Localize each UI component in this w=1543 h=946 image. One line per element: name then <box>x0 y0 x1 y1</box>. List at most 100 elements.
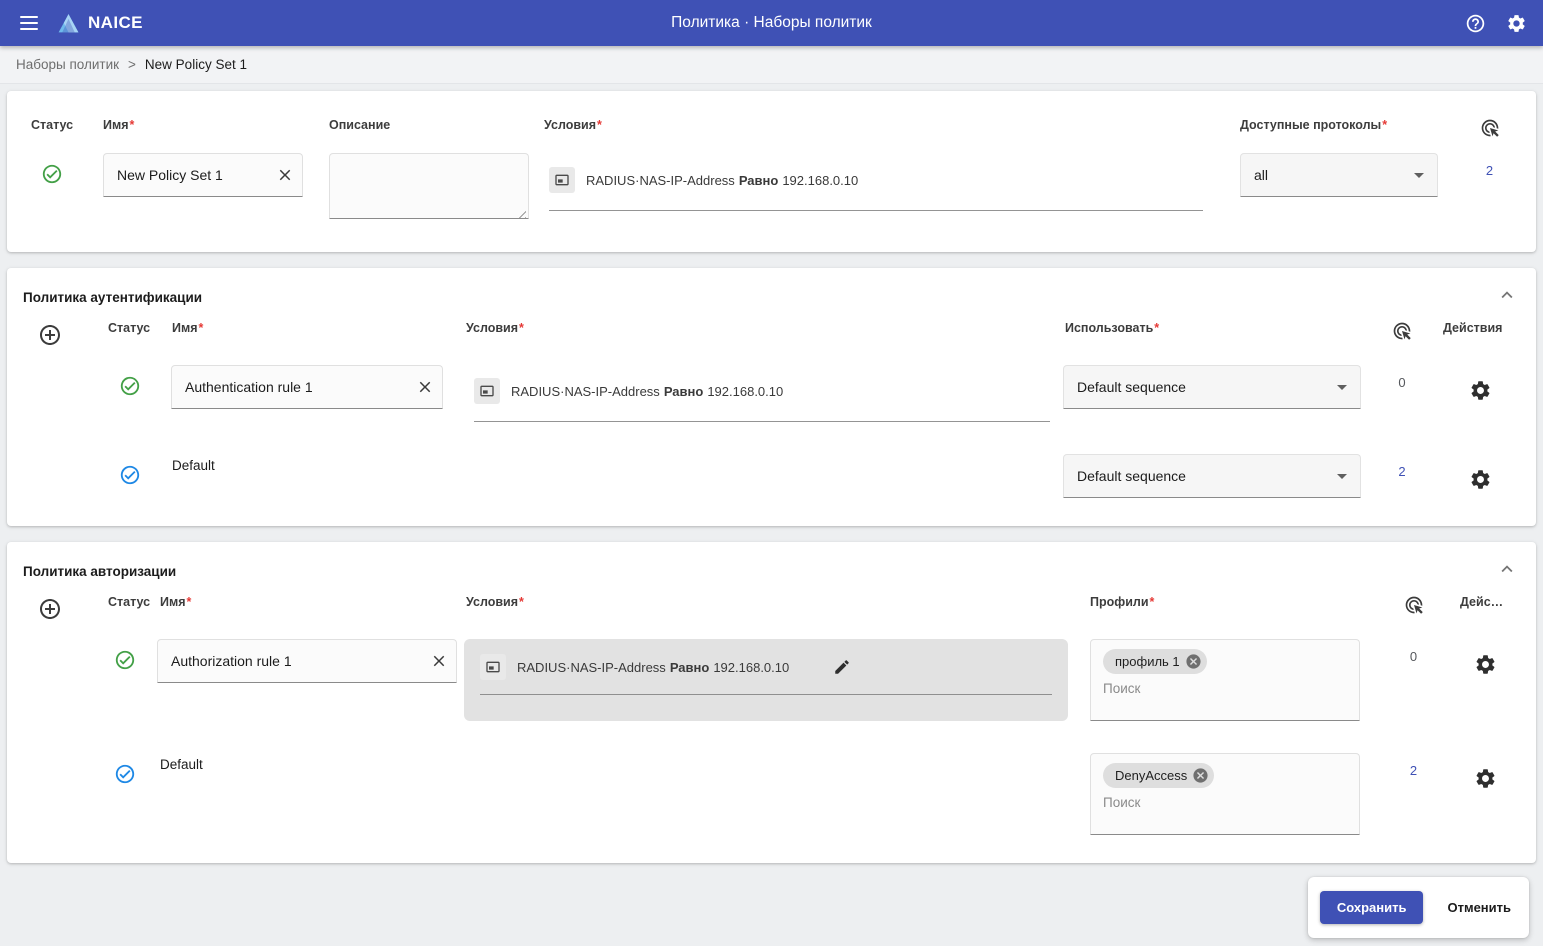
settings-icon[interactable] <box>1506 13 1527 34</box>
condition-text: RADIUS·NAS-IP-AddressРавно192.168.0.10 <box>517 660 793 675</box>
profile-search-input[interactable] <box>1103 681 1347 696</box>
edit-condition-icon[interactable] <box>830 655 854 679</box>
column-name: Имя* <box>157 595 462 609</box>
authentication-rule-name-field <box>171 365 443 409</box>
clear-name-icon[interactable] <box>422 646 456 676</box>
condition-icon <box>480 654 506 680</box>
add-rule-icon[interactable] <box>36 321 64 349</box>
profile-chip[interactable]: DenyAccess <box>1103 763 1214 788</box>
chevron-down-icon <box>1330 464 1354 488</box>
column-conditions: Условия* <box>462 595 1082 609</box>
authorization-policy-title: Политика авторизации <box>7 542 1536 579</box>
remove-profile-icon[interactable] <box>1192 767 1209 784</box>
remove-profile-icon[interactable] <box>1185 653 1202 670</box>
authorization-rule-name-field <box>157 639 457 683</box>
policy-set-header-row: Статус Имя* Описание Условия* Доступные … <box>7 91 1536 138</box>
brand-name: NAICE <box>88 13 143 33</box>
column-use: Использовать* <box>1057 321 1379 335</box>
use-sequence-select[interactable]: Default sequence <box>1063 365 1361 409</box>
collapse-icon[interactable] <box>1492 280 1522 310</box>
profiles-field[interactable]: DenyAccess <box>1090 753 1360 835</box>
collapse-icon[interactable] <box>1492 554 1522 584</box>
status-ok-icon[interactable] <box>39 161 65 187</box>
authorization-default-row: Default DenyAccess 2 <box>7 727 1536 863</box>
policy-set-name-input[interactable] <box>104 167 268 183</box>
menu-icon[interactable] <box>16 12 42 34</box>
condition-text: RADIUS·NAS-IP-AddressРавно192.168.0.10 <box>586 173 862 188</box>
authorization-rule-condition-box[interactable]: RADIUS·NAS-IP-AddressРавно192.168.0.10 <box>464 639 1068 721</box>
condition-icon <box>549 167 575 193</box>
profiles-field[interactable]: профиль 1 <box>1090 639 1360 721</box>
status-default-icon[interactable] <box>117 462 143 488</box>
column-actions: Действия <box>1435 595 1505 609</box>
footer-actions: Сохранить Отменить <box>1308 877 1529 938</box>
row-settings-icon[interactable] <box>1465 464 1496 495</box>
hit-counter-icon <box>1443 118 1536 138</box>
column-status: Статус <box>93 595 157 609</box>
column-conditions: Условия* <box>540 118 1210 132</box>
policy-set-description-field <box>329 153 529 224</box>
authorization-policy-card: Политика авторизации Статус Имя* Условия… <box>7 542 1536 863</box>
naice-logo <box>56 11 81 36</box>
column-conditions: Условия* <box>462 321 1057 335</box>
authentication-policy-card: Политика аутентификации Статус Имя* Усло… <box>7 268 1536 526</box>
authentication-policy-title: Политика аутентификации <box>7 268 1536 305</box>
column-name: Имя* <box>96 118 322 132</box>
brand: NAICE <box>56 11 143 36</box>
app-bar: NAICE Политика · Наборы политик <box>0 0 1543 46</box>
condition-icon <box>474 378 500 404</box>
status-ok-icon[interactable] <box>117 373 143 399</box>
column-status: Статус <box>7 118 96 132</box>
hit-count[interactable]: 0 <box>1410 649 1417 664</box>
row-settings-icon[interactable] <box>1465 375 1496 406</box>
policy-set-name-field <box>103 153 303 197</box>
authentication-default-row: Default Default sequence 2 <box>7 428 1536 526</box>
hit-count[interactable]: 0 <box>1398 375 1405 390</box>
protocols-select[interactable]: all <box>1240 153 1438 197</box>
authorization-header-row: Статус Имя* Условия* Профили* Действия <box>7 579 1536 623</box>
default-rule-label: Default <box>157 753 462 772</box>
row-settings-icon[interactable] <box>1470 763 1501 794</box>
authorization-rule-row: RADIUS·NAS-IP-AddressРавно192.168.0.10 п… <box>7 623 1536 727</box>
row-settings-icon[interactable] <box>1470 649 1501 680</box>
authentication-rule-condition[interactable]: RADIUS·NAS-IP-AddressРавно192.168.0.10 <box>474 378 1050 422</box>
breadcrumb-separator: > <box>128 57 136 72</box>
policy-set-card: Статус Имя* Описание Условия* Доступные … <box>7 91 1536 252</box>
breadcrumb: Наборы политик > New Policy Set 1 <box>0 46 1543 84</box>
authorization-rule-name-input[interactable] <box>158 653 422 669</box>
chevron-down-icon <box>1330 375 1354 399</box>
status-ok-icon[interactable] <box>112 647 138 673</box>
policy-set-row: RADIUS·NAS-IP-AddressРавно192.168.0.10 a… <box>7 138 1536 252</box>
clear-name-icon[interactable] <box>408 372 442 402</box>
authentication-header-row: Статус Имя* Условия* Использовать* Дейст… <box>7 305 1536 349</box>
default-rule-label: Default <box>167 454 462 473</box>
hit-counter-icon <box>1392 595 1435 615</box>
hit-count[interactable]: 2 <box>1410 763 1417 778</box>
chevron-down-icon <box>1407 163 1431 187</box>
column-status: Статус <box>93 321 167 335</box>
status-default-icon[interactable] <box>112 761 138 787</box>
column-profiles: Профили* <box>1082 595 1392 609</box>
hit-count[interactable]: 2 <box>1398 464 1405 479</box>
authentication-rule-row: RADIUS·NAS-IP-AddressРавно192.168.0.10 D… <box>7 349 1536 428</box>
policy-set-description-input[interactable] <box>329 153 529 219</box>
column-actions: Действия <box>1425 321 1536 335</box>
appbar-actions <box>1465 13 1527 34</box>
policy-set-condition[interactable]: RADIUS·NAS-IP-AddressРавно192.168.0.10 <box>549 167 1203 211</box>
page-title: Политика · Наборы политик <box>671 14 872 32</box>
save-button[interactable]: Сохранить <box>1320 891 1424 924</box>
help-icon[interactable] <box>1465 13 1486 34</box>
column-description: Описание <box>322 118 540 132</box>
use-sequence-select[interactable]: Default sequence <box>1063 454 1361 498</box>
hit-count[interactable]: 2 <box>1486 163 1493 178</box>
breadcrumb-parent[interactable]: Наборы политик <box>16 57 119 72</box>
cancel-button[interactable]: Отменить <box>1441 892 1517 923</box>
condition-text: RADIUS·NAS-IP-AddressРавно192.168.0.10 <box>511 384 787 399</box>
hit-counter-icon <box>1379 321 1425 341</box>
add-rule-icon[interactable] <box>36 595 64 623</box>
clear-name-icon[interactable] <box>268 160 302 190</box>
profile-chip[interactable]: профиль 1 <box>1103 649 1207 674</box>
column-name: Имя* <box>167 321 462 335</box>
profile-search-input[interactable] <box>1103 795 1347 810</box>
authentication-rule-name-input[interactable] <box>172 379 408 395</box>
